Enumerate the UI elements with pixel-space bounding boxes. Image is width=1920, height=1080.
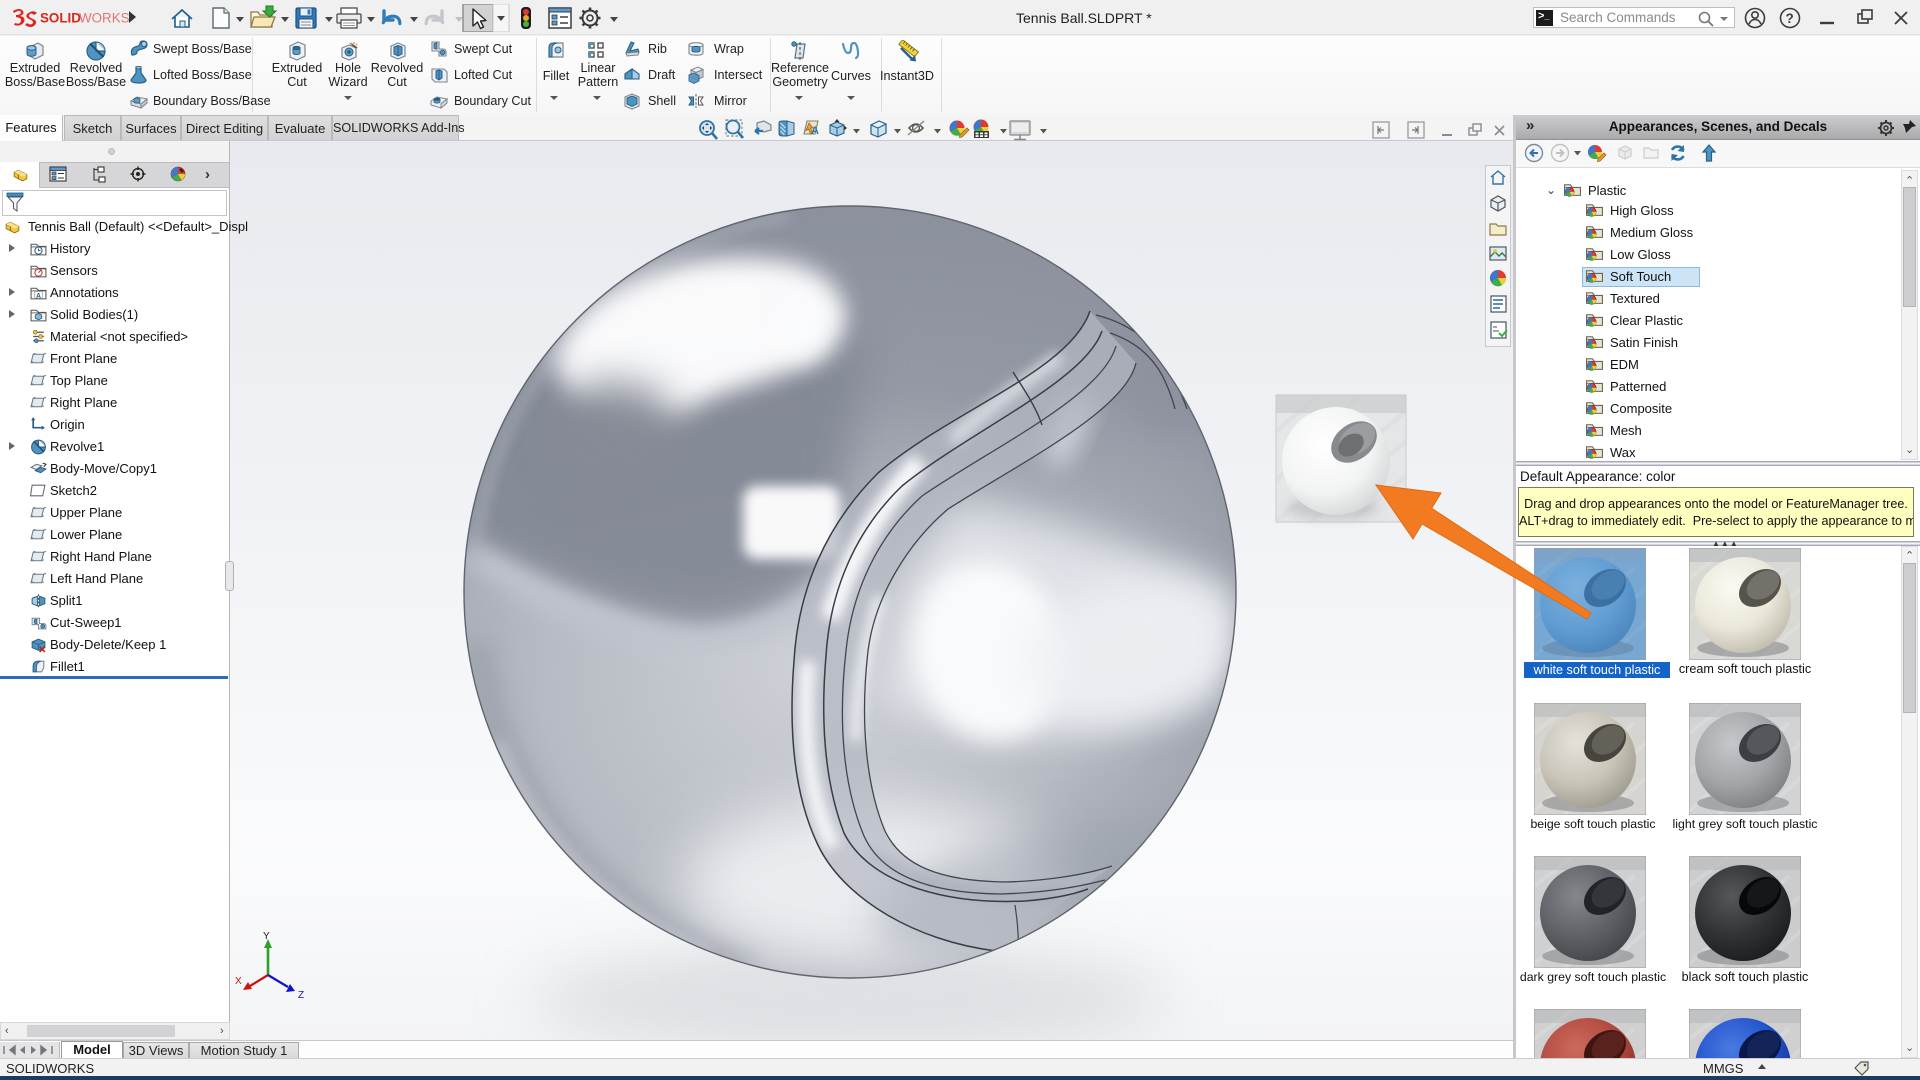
svg-text:SOLID: SOLID bbox=[40, 11, 81, 26]
svg-text:WORKS: WORKS bbox=[79, 11, 130, 26]
svg-text:A: A bbox=[811, 125, 819, 137]
svg-text:Y: Y bbox=[263, 931, 270, 942]
svg-text:A: A bbox=[36, 293, 41, 300]
svg-text:Z: Z bbox=[298, 990, 304, 1001]
svg-text:?: ? bbox=[1786, 11, 1794, 26]
svg-text:X: X bbox=[235, 976, 242, 987]
